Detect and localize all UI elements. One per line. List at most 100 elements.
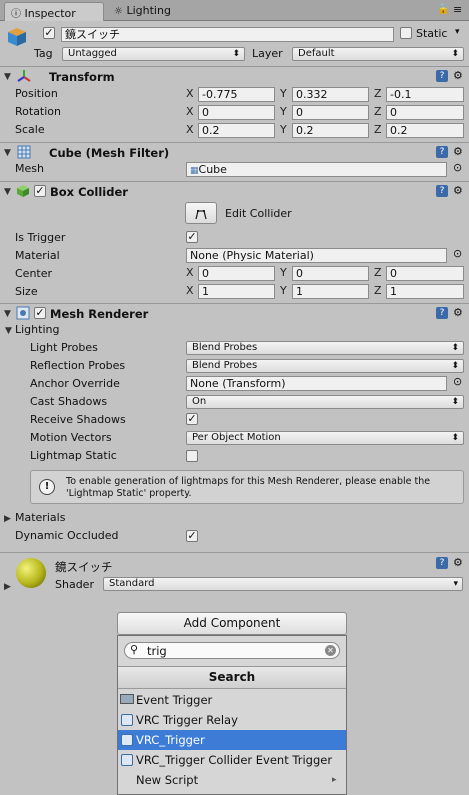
component-item-new-script[interactable]: New Script ▸ (118, 770, 346, 790)
script-icon (121, 734, 133, 746)
gear-icon[interactable]: ⚙ (453, 145, 463, 158)
position-z-field[interactable]: -0.1 (386, 87, 464, 102)
mesh-renderer-header[interactable]: ▼ ✓ Mesh Renderer ? ⚙ (0, 303, 469, 323)
static-dropdown-icon[interactable]: ▾ (455, 27, 460, 37)
scale-y-field[interactable]: 0.2 (292, 123, 369, 138)
clear-search-icon[interactable]: ✕ (325, 645, 336, 656)
rotation-y-field[interactable]: 0 (292, 105, 369, 120)
light-probes-dropdown[interactable]: Blend Probes ⬍ (186, 341, 464, 355)
layer-value: Default (298, 48, 335, 59)
mesh-filter-header[interactable]: ▼ Cube (Mesh Filter) ? ⚙ (0, 142, 469, 162)
component-item-vrc-trigger[interactable]: VRC_Trigger (118, 730, 346, 750)
mesh-icon: ▦ (190, 166, 199, 176)
mesh-filter-title: Cube (Mesh Filter) (49, 146, 170, 160)
cast-shadows-value: On (192, 396, 207, 407)
rotation-x-field[interactable]: 0 (198, 105, 275, 120)
foldout-open-icon[interactable]: ▼ (4, 148, 11, 158)
mesh-renderer-enabled-checkbox[interactable]: ✓ (34, 307, 46, 319)
motion-vectors-dropdown[interactable]: Per Object Motion ⬍ (186, 431, 464, 445)
active-checkbox[interactable]: ✓ (43, 27, 55, 39)
center-y-field[interactable]: 0 (292, 266, 369, 281)
component-search-field[interactable]: ⚲ trig ✕ (124, 642, 340, 659)
lightmap-static-label: Lightmap Static (30, 449, 117, 462)
lighting-foldout-label[interactable]: Lighting (15, 323, 59, 336)
mesh-renderer-title: Mesh Renderer (50, 307, 149, 321)
materials-foldout-icon[interactable]: ▶ (4, 514, 11, 524)
rotation-z-field[interactable]: 0 (386, 105, 464, 120)
center-z-field[interactable]: 0 (386, 266, 464, 281)
foldout-open-icon[interactable]: ▼ (4, 72, 11, 82)
material-foldout-icon[interactable]: ▶ (4, 582, 11, 592)
size-x-field[interactable]: 1 (198, 284, 275, 299)
object-picker-icon[interactable]: ⊙ (453, 247, 462, 260)
axis-y-label: Y (280, 284, 287, 297)
static-checkbox[interactable] (400, 27, 412, 39)
tab-inspector-label: Inspector (24, 7, 76, 20)
component-item-vrc-trigger-relay[interactable]: VRC Trigger Relay (118, 710, 346, 730)
axis-x-label: X (186, 123, 194, 136)
help-icon[interactable]: ? (436, 146, 448, 158)
help-icon[interactable]: ? (436, 70, 448, 82)
tab-inspector[interactable]: ⓘ Inspector (4, 2, 104, 21)
mesh-value: Cube (198, 163, 227, 176)
box-collider-header[interactable]: ▼ ✓ Box Collider ? ⚙ (0, 181, 469, 201)
physic-material-field[interactable]: None (Physic Material) (186, 248, 447, 263)
add-component-button[interactable]: Add Component (117, 612, 347, 635)
foldout-open-icon[interactable]: ▼ (4, 187, 11, 197)
object-picker-icon[interactable]: ⊙ (453, 375, 462, 388)
object-picker-icon[interactable]: ⊙ (453, 161, 462, 174)
size-z-field[interactable]: 1 (386, 284, 464, 299)
dynamic-occluded-checkbox[interactable]: ✓ (186, 530, 198, 542)
anchor-override-field[interactable]: None (Transform) (186, 376, 447, 391)
mesh-field[interactable]: ▦Cube (186, 162, 447, 177)
scale-z-field[interactable]: 0.2 (386, 123, 464, 138)
object-name-field[interactable]: 鏡スイッチ (61, 27, 394, 42)
gear-icon[interactable]: ⚙ (453, 184, 463, 197)
size-y-field[interactable]: 1 (292, 284, 369, 299)
static-label: Static (416, 27, 448, 40)
lighting-foldout-icon[interactable]: ▼ (5, 326, 12, 336)
tag-dropdown[interactable]: Untagged ⬍ (62, 47, 245, 61)
center-x-field[interactable]: 0 (198, 266, 275, 281)
lightmap-static-checkbox[interactable] (186, 450, 198, 462)
receive-shadows-checkbox[interactable]: ✓ (186, 413, 198, 425)
mesh-renderer-icon (16, 306, 30, 323)
position-x-field[interactable]: -0.775 (198, 87, 275, 102)
info-text-line1: To enable generation of lightmaps for th… (66, 476, 431, 487)
script-icon (121, 754, 133, 766)
info-icon: ⓘ (11, 9, 21, 20)
layer-dropdown[interactable]: Default ⬍ (292, 47, 464, 61)
lock-icon[interactable]: 🔒 (437, 4, 449, 15)
gear-icon[interactable]: ⚙ (453, 69, 463, 82)
axis-x-label: X (186, 105, 194, 118)
axis-z-label: Z (374, 123, 382, 136)
position-y-field[interactable]: 0.332 (292, 87, 369, 102)
edit-collider-button[interactable] (185, 202, 217, 224)
menu-icon[interactable]: ≡ (453, 3, 462, 16)
shader-dropdown[interactable]: Standard ▾ (103, 577, 463, 591)
gear-icon[interactable]: ⚙ (453, 556, 463, 569)
scale-x-field[interactable]: 0.2 (198, 123, 275, 138)
center-label: Center (15, 267, 53, 280)
transform-header[interactable]: ▼ Transform ? ⚙ (0, 66, 469, 86)
foldout-open-icon[interactable]: ▼ (4, 309, 11, 319)
motion-vectors-value: Per Object Motion (192, 432, 281, 443)
axis-y-label: Y (280, 123, 287, 136)
reflection-probes-dropdown[interactable]: Blend Probes ⬍ (186, 359, 464, 373)
tab-lighting[interactable]: ☼ Lighting (108, 2, 198, 21)
box-collider-enabled-checkbox[interactable]: ✓ (34, 185, 46, 197)
gear-icon[interactable]: ⚙ (453, 306, 463, 319)
search-icon: ⚲ (130, 643, 139, 656)
shader-value: Standard (109, 578, 155, 589)
mesh-filter-icon (17, 145, 31, 162)
help-icon[interactable]: ? (436, 185, 448, 197)
component-item-vrc-trigger-collider-event-trigger[interactable]: VRC_Trigger Collider Event Trigger (118, 750, 346, 770)
cast-shadows-dropdown[interactable]: On ⬍ (186, 395, 464, 409)
help-icon[interactable]: ? (436, 557, 448, 569)
materials-foldout-label[interactable]: Materials (15, 511, 65, 524)
is-trigger-checkbox[interactable]: ✓ (186, 231, 198, 243)
axis-z-label: Z (374, 266, 382, 279)
help-icon[interactable]: ? (436, 307, 448, 319)
component-item-event-trigger[interactable]: Event Trigger (118, 690, 346, 710)
axis-z-label: Z (374, 284, 382, 297)
